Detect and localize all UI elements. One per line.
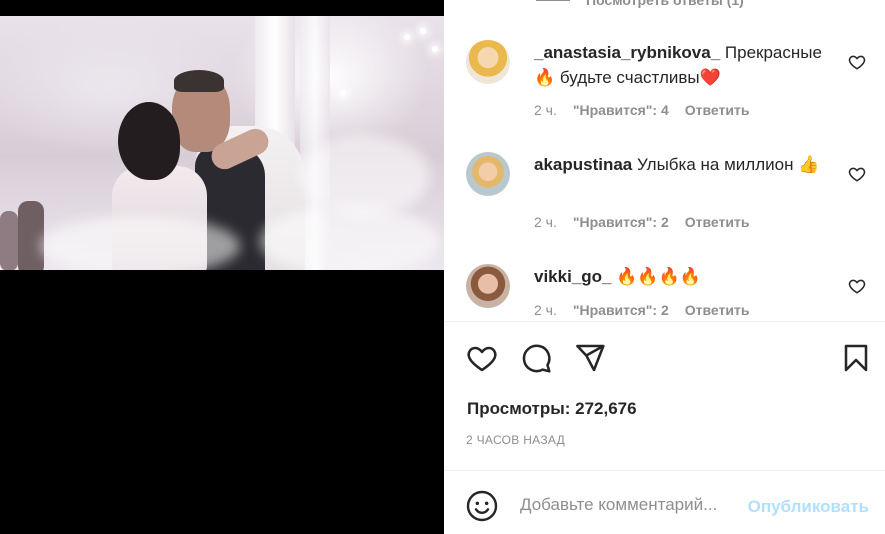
- comment-composer: Опубликовать: [444, 470, 885, 534]
- stage-light: [432, 46, 438, 52]
- stage-light: [340, 90, 346, 96]
- stage-light: [420, 28, 426, 34]
- comment-meta: 2 ч. "Нравится": 2 Ответить: [534, 302, 749, 318]
- user-avatar[interactable]: [466, 40, 510, 84]
- view-replies-link[interactable]: Посмотреть ответы (1): [536, 0, 744, 8]
- share-icon[interactable]: [574, 342, 606, 374]
- like-comment-icon[interactable]: [848, 53, 866, 71]
- comment-body: Улыбка на миллион 👍: [637, 155, 820, 174]
- comment-text: vikki_go_ 🔥🔥🔥🔥: [534, 264, 834, 289]
- stage-fog: [300, 136, 430, 216]
- comment-username[interactable]: _anastasia_rybnikova_: [534, 43, 720, 62]
- groom-hair: [174, 70, 224, 92]
- video-player[interactable]: [0, 16, 444, 270]
- comments-list[interactable]: Посмотреть ответы (1) _anastasia_rybniko…: [444, 0, 885, 322]
- guest-figure: [0, 211, 18, 270]
- stage-fog: [260, 206, 440, 270]
- comment-icon[interactable]: [520, 342, 552, 374]
- comment-username[interactable]: akapustinaa: [534, 155, 632, 174]
- comment-time[interactable]: 2 ч.: [534, 102, 557, 118]
- comment-input[interactable]: [520, 495, 738, 515]
- reply-button[interactable]: Ответить: [685, 102, 750, 118]
- comment-time[interactable]: 2 ч.: [534, 214, 557, 230]
- comment-text: akapustinaa Улыбка на миллион 👍: [534, 152, 834, 177]
- comment-time[interactable]: 2 ч.: [534, 302, 557, 318]
- like-comment-icon[interactable]: [848, 277, 866, 295]
- post-action-bar: [444, 322, 885, 392]
- post-timestamp[interactable]: 2 ЧАСОВ НАЗАД: [466, 433, 565, 447]
- comment-likes[interactable]: "Нравится": 2: [573, 214, 669, 230]
- comment-text: _anastasia_rybnikova_ Прекрасные 🔥 будьт…: [534, 40, 834, 90]
- heart-icon[interactable]: [466, 342, 498, 374]
- view-replies-label: Посмотреть ответы (1): [586, 0, 744, 8]
- comment-username[interactable]: vikki_go_: [534, 267, 612, 286]
- bookmark-icon[interactable]: [840, 342, 872, 374]
- user-avatar[interactable]: [466, 152, 510, 196]
- replies-divider: [536, 0, 570, 1]
- comments-panel: Посмотреть ответы (1) _anastasia_rybniko…: [444, 0, 885, 534]
- comment-meta: 2 ч. "Нравится": 2 Ответить: [534, 214, 749, 230]
- like-comment-icon[interactable]: [848, 165, 866, 183]
- bride-hair: [118, 102, 180, 180]
- comment-likes[interactable]: "Нравится": 4: [573, 102, 669, 118]
- smiley-icon[interactable]: [466, 490, 498, 522]
- reply-button[interactable]: Ответить: [685, 214, 750, 230]
- stage-light: [404, 34, 410, 40]
- user-avatar[interactable]: [466, 264, 510, 308]
- stage-fog: [40, 216, 240, 270]
- comment-meta: 2 ч. "Нравится": 4 Ответить: [534, 102, 749, 118]
- views-count[interactable]: Просмотры: 272,676: [467, 399, 637, 419]
- guest-figure: [18, 201, 44, 270]
- comment-likes[interactable]: "Нравится": 2: [573, 302, 669, 318]
- post-media: [0, 0, 444, 534]
- comment-body: 🔥🔥🔥🔥: [616, 267, 701, 286]
- reply-button[interactable]: Ответить: [685, 302, 750, 318]
- publish-button[interactable]: Опубликовать: [748, 497, 869, 517]
